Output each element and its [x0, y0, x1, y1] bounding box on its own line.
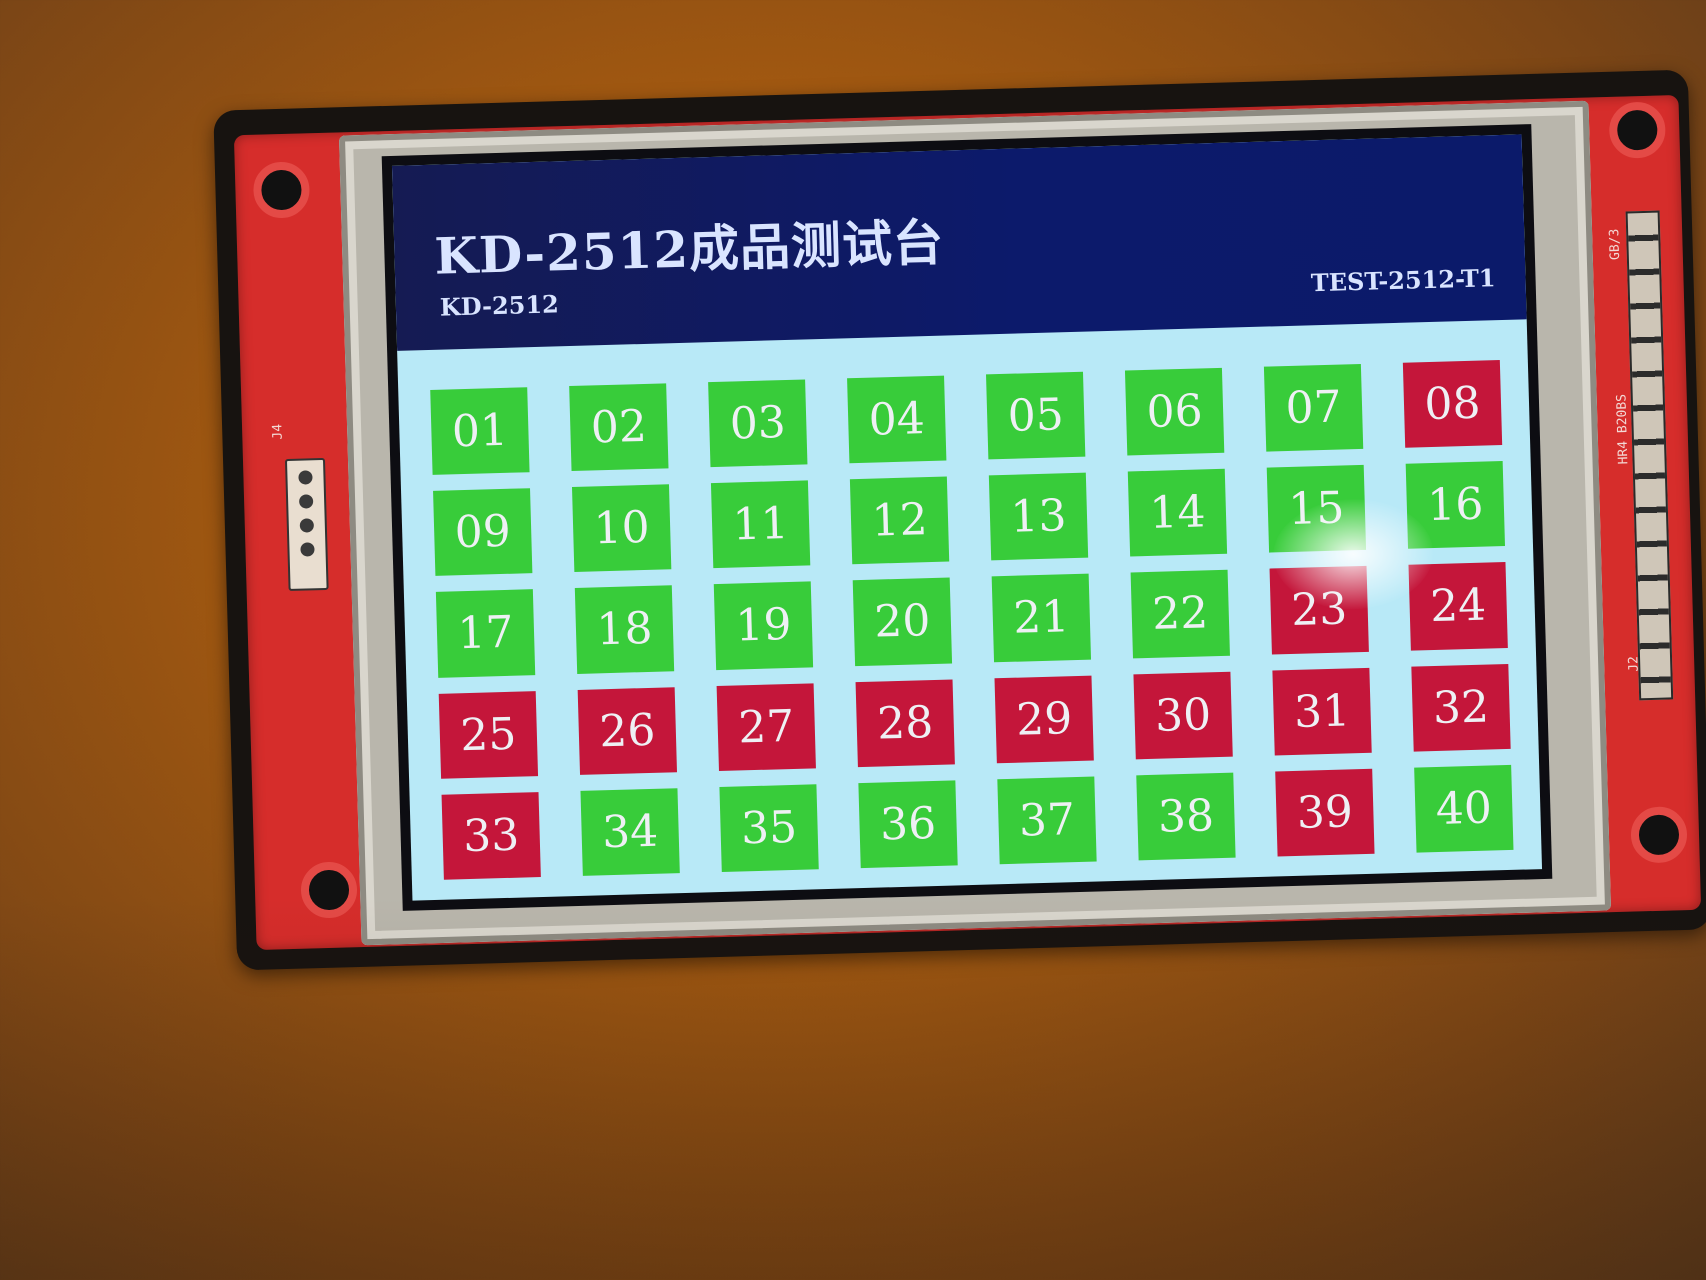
station-tile-35[interactable]: 35	[719, 784, 819, 872]
silkscreen-gb3: GB/3	[1606, 228, 1623, 261]
station-tile-21[interactable]: 21	[991, 574, 1092, 662]
station-tile-30[interactable]: 30	[1133, 671, 1233, 760]
station-tile-34[interactable]: 34	[580, 787, 680, 876]
station-tile-01[interactable]: 01	[430, 387, 530, 476]
station-tile-15[interactable]: 15	[1266, 465, 1367, 553]
mounting-hole-icon	[1630, 806, 1688, 864]
station-tile-31[interactable]: 31	[1272, 667, 1372, 756]
pin-header-j4	[284, 457, 329, 591]
station-tile-19[interactable]: 19	[713, 581, 814, 670]
pin-header-j2	[1625, 210, 1674, 701]
mounting-hole-icon	[1608, 101, 1667, 159]
station-tile-12[interactable]: 12	[849, 476, 950, 565]
station-grid: 01 02 03 04 05 06 07 08 09 10 11 12 13 14 15 16 17 18 19 20…	[430, 360, 1514, 880]
station-tile-10[interactable]: 10	[572, 484, 672, 573]
station-tile-09[interactable]: 09	[433, 488, 533, 577]
station-tile-03[interactable]: 03	[708, 379, 808, 468]
station-tile-33[interactable]: 33	[441, 791, 541, 880]
station-tile-22[interactable]: 22	[1130, 570, 1230, 659]
screen-header: KD-2512成品测试台 KD-2512 TEST-2512-T1	[391, 134, 1527, 351]
station-tile-40[interactable]: 40	[1414, 764, 1514, 853]
station-tile-14[interactable]: 14	[1127, 468, 1228, 557]
station-tile-38[interactable]: 38	[1136, 772, 1236, 861]
silkscreen-j2: J2	[1626, 655, 1643, 672]
station-tile-32[interactable]: 32	[1411, 663, 1511, 752]
station-tile-11[interactable]: 11	[710, 480, 811, 569]
station-tile-25[interactable]: 25	[438, 690, 539, 779]
mounting-hole-icon	[300, 861, 358, 919]
station-tile-06[interactable]: 06	[1124, 367, 1225, 456]
silkscreen-hr4: HR4 B20BS	[1613, 393, 1631, 465]
station-tile-16[interactable]: 16	[1405, 461, 1506, 550]
test-id-label: TEST-2512-T1	[1310, 263, 1496, 298]
station-tile-29[interactable]: 29	[994, 675, 1094, 764]
silkscreen-j4: J4	[270, 423, 286, 440]
station-tile-36[interactable]: 36	[858, 780, 958, 869]
station-tile-17[interactable]: 17	[435, 589, 536, 678]
station-tile-04[interactable]: 04	[847, 375, 947, 464]
station-tile-08[interactable]: 08	[1402, 360, 1503, 448]
station-tile-28[interactable]: 28	[855, 679, 955, 767]
station-tile-23[interactable]: 23	[1269, 566, 1369, 655]
station-tile-27[interactable]: 27	[716, 682, 816, 771]
mounting-hole-icon	[252, 161, 311, 219]
station-tile-02[interactable]: 02	[569, 383, 669, 472]
station-tile-37[interactable]: 37	[997, 776, 1097, 865]
lcd-screen: KD-2512成品测试台 KD-2512 TEST-2512-T1 01 02 03…	[391, 134, 1543, 901]
station-tile-26[interactable]: 26	[577, 686, 677, 775]
station-tile-05[interactable]: 05	[986, 371, 1086, 460]
station-tile-39[interactable]: 39	[1275, 768, 1375, 857]
station-tile-24[interactable]: 24	[1408, 562, 1508, 651]
model-label: KD-2512	[439, 289, 560, 322]
station-tile-20[interactable]: 20	[852, 577, 953, 666]
station-tile-18[interactable]: 18	[574, 585, 675, 674]
screen-title: KD-2512成品测试台	[433, 212, 945, 286]
station-tile-07[interactable]: 07	[1263, 363, 1364, 452]
station-tile-13[interactable]: 13	[988, 472, 1089, 561]
